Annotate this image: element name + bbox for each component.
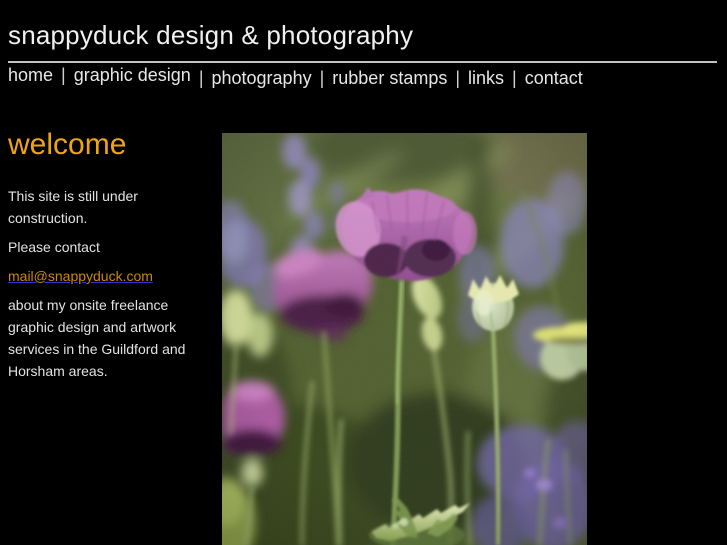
nav-separator: | [512, 68, 517, 88]
email-link[interactable]: mail@snappyduck.com [8, 268, 153, 284]
header-divider [8, 61, 717, 63]
poppies-photo [222, 133, 587, 545]
nav-item-graphic-design[interactable]: graphic design [74, 64, 191, 86]
nav-item-links[interactable]: links [468, 67, 504, 89]
nav-separator: | [61, 65, 66, 85]
page: snappyduck design & photography home | g… [0, 0, 727, 545]
welcome-heading: welcome [8, 128, 127, 161]
main-nav: home | graphic design | photography | ru… [8, 64, 583, 89]
nav-item-contact[interactable]: contact [525, 67, 583, 89]
email-link-text: mail@snappyduck.com [8, 268, 153, 284]
nav-separator: | [455, 68, 461, 88]
nav-item-home[interactable]: home [8, 64, 53, 86]
site-title: snappyduck design & photography [8, 20, 414, 50]
paragraph-services: about my onsite freelance graphic design… [8, 297, 186, 379]
poppies-photo-illustration [222, 133, 587, 545]
nav-separator: | [319, 68, 325, 88]
intro-text: This site is still under construction. P… [8, 185, 208, 389]
paragraph-contact: Please contact [8, 239, 100, 255]
nav-item-rubber-stamps[interactable]: rubber stamps [332, 67, 447, 89]
nav-item-photography[interactable]: photography [212, 67, 312, 89]
paragraph-construction: This site is still under construction. [8, 188, 138, 226]
nav-separator: | [198, 68, 204, 88]
